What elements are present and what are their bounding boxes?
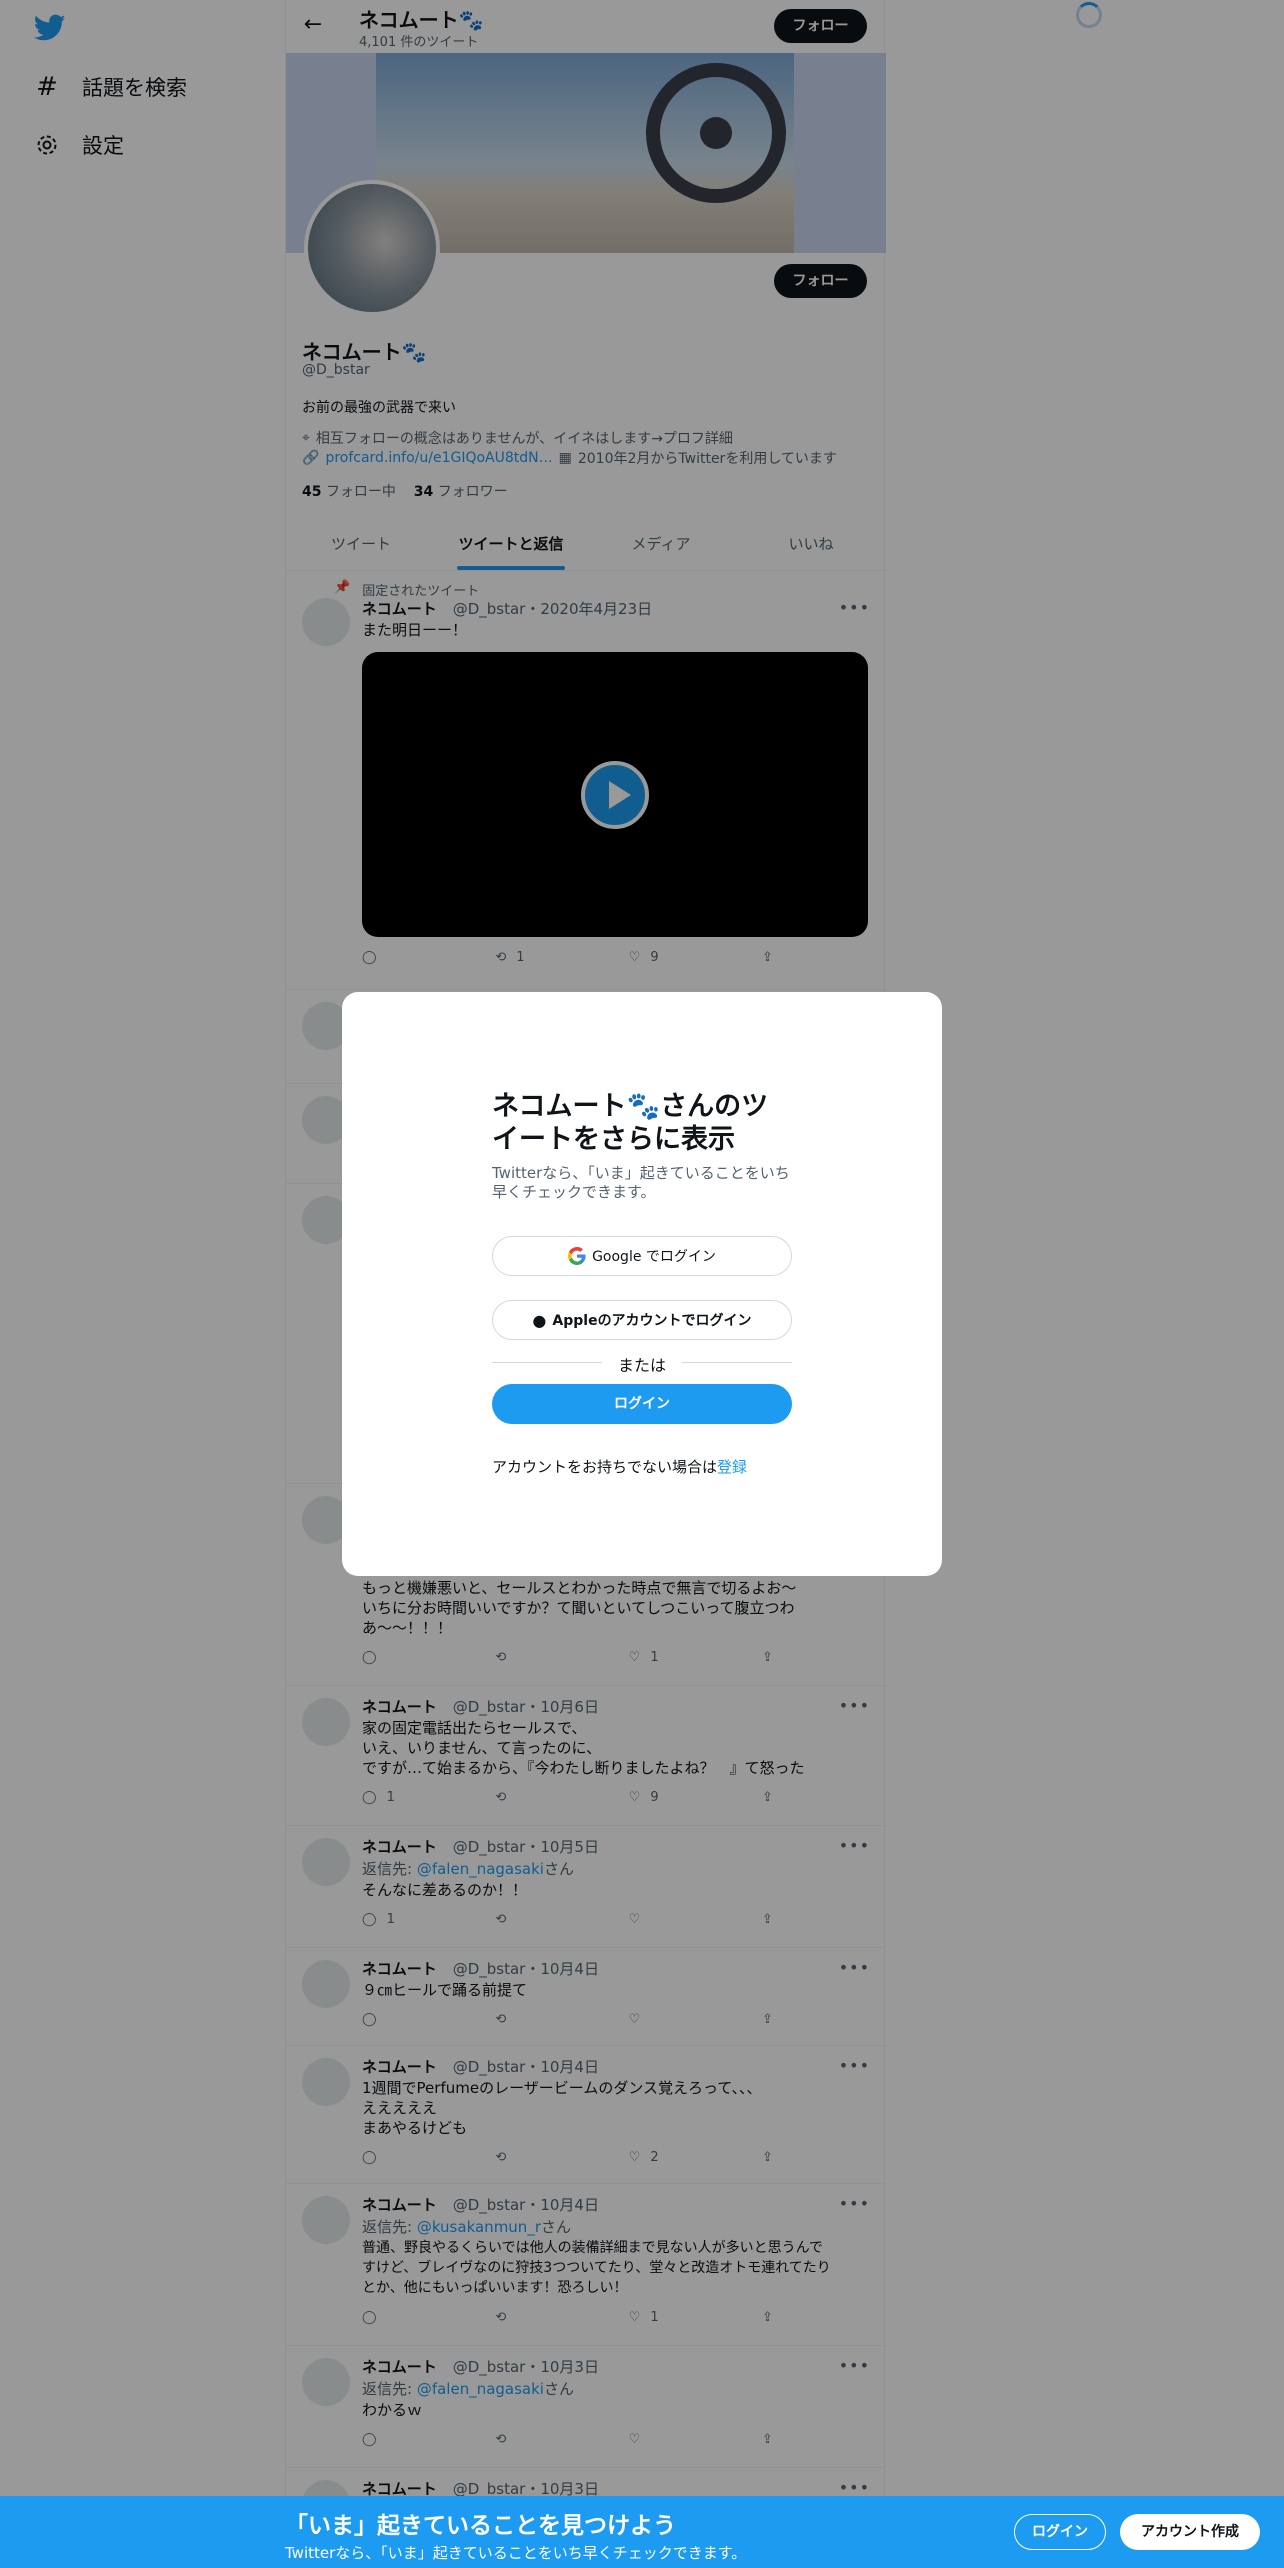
modal-subtitle: Twitterなら、「いま」起きていることをいち早くチェックできます。 [492, 1164, 790, 1201]
login-button[interactable]: ログイン [492, 1384, 792, 1424]
bottom-bar-title: 「いま」起きていることを見つけよう [285, 2513, 676, 2539]
apple-login-button[interactable]: ● Appleのアカウントでログイン [492, 1300, 792, 1340]
bottom-bar-subtitle: Twitterなら、「いま」起きていることをいち早くチェックできます。 [285, 2544, 747, 2562]
bottom-signup-button[interactable]: アカウント作成 [1120, 2514, 1260, 2550]
signup-link[interactable]: 登録 [717, 1458, 747, 1476]
bottom-login-button[interactable]: ログイン [1014, 2514, 1106, 2550]
login-modal: ネコムート🐾さんのツ イートをさらに表示 Twitterなら、「いま」起きている… [342, 992, 942, 1576]
modal-title: ネコムート🐾さんのツ イートをさらに表示 [492, 1091, 769, 1155]
bottom-signup-bar: 「いま」起きていることを見つけよう Twitterなら、「いま」起きていることを… [0, 2496, 1284, 2568]
google-login-button[interactable]: Google でログイン [492, 1236, 792, 1276]
or-divider: または [492, 1352, 792, 1375]
google-icon [568, 1247, 586, 1265]
signup-prompt: アカウントをお持ちでない場合は登録 [492, 1458, 748, 1476]
apple-icon: ● [532, 1310, 547, 1330]
